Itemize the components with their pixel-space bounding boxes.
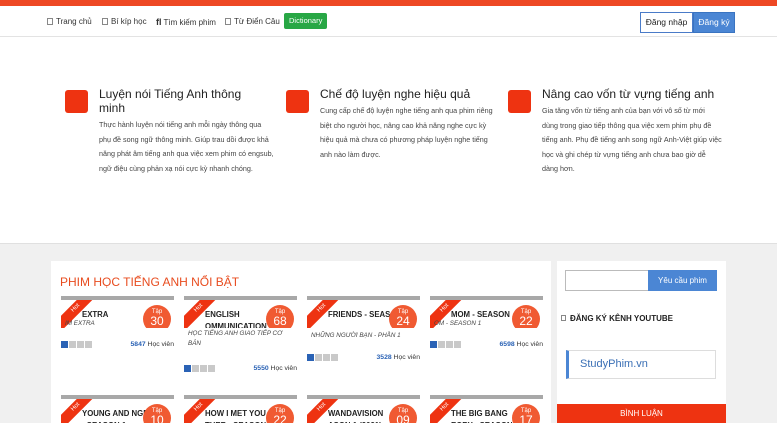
film-card[interactable]: Hot FRIENDS - SEAS Tập 24 NHỮNG NGƯỜI BẠN…	[307, 296, 420, 366]
film-subtitle: OM - SEASON 1	[434, 320, 482, 327]
film-card[interactable]: Hot EXTRA Tập 30 IM EXTRA 5847 Học viên	[61, 296, 174, 356]
request-film-button[interactable]: Yêu cầu phim	[648, 270, 717, 291]
feature-square-icon	[286, 90, 309, 113]
film-subtitle: IM EXTRA	[65, 320, 95, 327]
film-thumbnail[interactable]: Hot HOW I MET YOU THER - SEASON 1 Tập22	[184, 395, 297, 423]
nav-dictionary-label: Từ Điển Câu	[234, 17, 280, 26]
student-label: Học viên	[393, 354, 420, 361]
film-icon: fl	[156, 17, 162, 27]
student-count: 5550 Học viên	[254, 365, 297, 372]
level-indicator	[184, 365, 216, 372]
book-icon	[102, 18, 108, 25]
student-number: 6598	[499, 341, 515, 348]
youtube-icon	[561, 315, 566, 321]
feature-title: Nâng cao vốn từ vựng tiếng anh	[542, 87, 715, 101]
feature-text: Gia tăng vốn từ tiếng anh của bạn với vô…	[542, 106, 722, 174]
feature-title: Chế độ luyện nghe hiệu quả	[320, 87, 471, 101]
film-card[interactable]: Hot ENGLISH OMMUNICATION Tập 68 HỌC TIẾNG…	[184, 296, 297, 376]
student-label: Học viên	[270, 365, 297, 372]
episode-badge: Tập 17	[512, 404, 540, 423]
student-number: 5550	[253, 365, 269, 372]
student-label: Học viên	[147, 341, 174, 348]
feature-square-icon	[65, 90, 88, 113]
nav-tips-link[interactable]: Bí kíp học	[102, 15, 147, 29]
film-thumbnail[interactable]: Hot FRIENDS - SEAS Tập 24	[307, 296, 420, 328]
nav-dictionary-link[interactable]: Từ Điển Câu	[225, 15, 280, 29]
films-section-title: PHIM HỌC TIẾNG ANH NỔI BẬT	[60, 275, 240, 289]
nav-home-label: Trang chủ	[56, 17, 92, 26]
film-thumbnail[interactable]: Hot WANDAVISION ASON 1 (2021) Tập09	[307, 395, 420, 423]
level-indicator	[307, 354, 339, 361]
episode-count: 22	[273, 413, 287, 423]
film-card[interactable]: Hot YOUNG AND NGRY - SEASON 1 Tập10	[61, 395, 174, 423]
feature-text: Thực hành luyện nói tiếng anh mỗi ngày t…	[99, 120, 274, 173]
episode-count: 17	[519, 413, 533, 423]
login-button[interactable]: Đăng nhập	[640, 12, 693, 33]
student-label: Học viên	[516, 341, 543, 348]
top-navbar: Trang chủ Bí kíp học fl Tìm kiếm phim Từ …	[0, 6, 777, 37]
feature-title: Luyện nói Tiếng Anh thông minh	[99, 87, 242, 115]
level-indicator	[61, 341, 93, 348]
student-count: 3528 Học viên	[377, 354, 420, 361]
youtube-subscribe-title: ĐĂNG KÝ KÊNH YOUTUBE	[561, 314, 673, 323]
youtube-title-label: ĐĂNG KÝ KÊNH YOUTUBE	[570, 314, 673, 323]
episode-count: 68	[273, 314, 287, 328]
nav-search-film-label: Tìm kiếm phim	[163, 18, 216, 27]
nav-search-film-link[interactable]: fl Tìm kiếm phim	[156, 15, 216, 29]
student-number: 5847	[130, 341, 146, 348]
home-icon	[47, 18, 53, 25]
film-thumbnail[interactable]: Hot ENGLISH OMMUNICATION Tập 68	[184, 296, 297, 328]
film-card[interactable]: Hot THE BIG BANG EORY - SEASON 1 Tập17	[430, 395, 543, 423]
episode-badge: Tập 10	[143, 404, 171, 423]
film-subtitle: NHỮNG NGƯỜI BẠN - PHẦN 1	[311, 332, 401, 339]
level-indicator	[430, 341, 462, 348]
nav-home-link[interactable]: Trang chủ	[47, 15, 92, 29]
comments-header[interactable]: BÌNH LUẬN	[557, 404, 726, 423]
dictionary-badge[interactable]: Dictionary	[284, 13, 328, 29]
student-count: 6598 Học viên	[500, 341, 543, 348]
episode-count: 24	[396, 314, 410, 328]
episode-badge: Tập 24	[389, 305, 417, 328]
film-card[interactable]: Hot HOW I MET YOU THER - SEASON 1 Tập22	[184, 395, 297, 423]
episode-count: 10	[150, 413, 164, 423]
episode-count: 09	[396, 413, 410, 423]
episode-badge: Tập 68	[266, 305, 294, 328]
studyphim-channel-link[interactable]: StudyPhim.vn	[566, 350, 716, 379]
feature-text: Cung cấp chế độ luyện nghe tiếng anh qua…	[320, 106, 493, 159]
student-number: 3528	[376, 354, 392, 361]
feature-square-icon	[508, 90, 531, 113]
film-card[interactable]: Hot WANDAVISION ASON 1 (2021) Tập09	[307, 395, 420, 423]
episode-badge: Tập 09	[389, 404, 417, 423]
episode-badge: Tập 22	[266, 404, 294, 423]
film-card[interactable]: Hot MOM - SEASON Tập 22 OM - SEASON 1 659…	[430, 296, 543, 356]
film-thumbnail[interactable]: Hot YOUNG AND NGRY - SEASON 1 Tập10	[61, 395, 174, 423]
register-button[interactable]: Đăng ký	[693, 12, 735, 33]
film-thumbnail[interactable]: Hot THE BIG BANG EORY - SEASON 1 Tập17	[430, 395, 543, 423]
dictionary-icon	[225, 18, 231, 25]
nav-tips-label: Bí kíp học	[111, 17, 147, 26]
film-subtitle: HỌC TIẾNG ANH GIAO TIẾP CƠ BẢN	[188, 330, 283, 347]
film-request-input[interactable]	[565, 270, 649, 291]
student-count: 5847 Học viên	[131, 341, 174, 348]
